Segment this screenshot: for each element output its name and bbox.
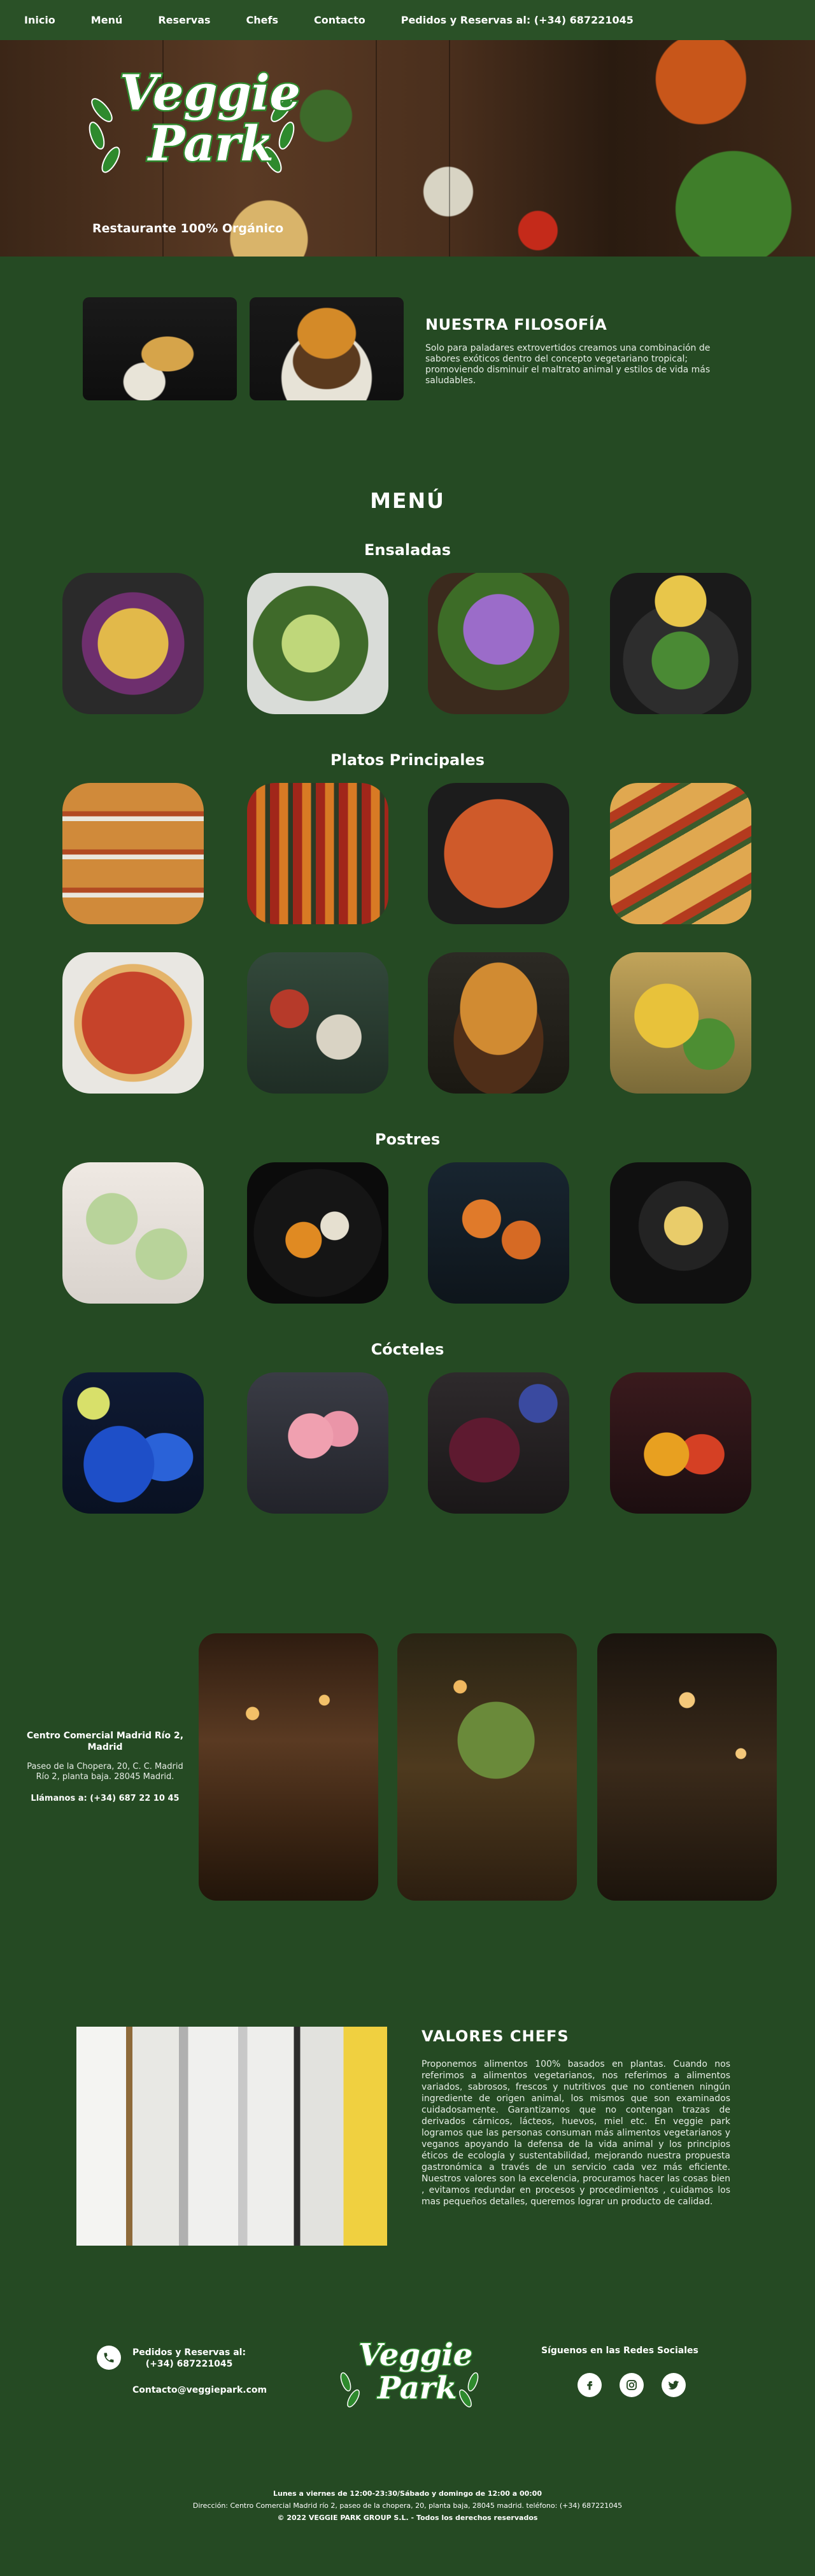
- chefs-title: VALORES CHEFS: [422, 2027, 569, 2045]
- section-title-platos-principales: Platos Principales: [330, 751, 485, 769]
- chefs-section: VALORES CHEFS Proponemos alimentos 100% …: [0, 1907, 815, 2281]
- nav-pedidos-reservas[interactable]: Pedidos y Reservas al: (+34) 687221045: [401, 14, 634, 26]
- philosophy-title: NUESTRA FILOSOFÍA: [425, 316, 607, 334]
- nav-contacto[interactable]: Contacto: [314, 14, 365, 26]
- chefs-text: Proponemos alimentos 100% basados en pla…: [422, 2059, 730, 2207]
- dessert-card-flan[interactable]: [610, 1162, 751, 1304]
- dessert-card-plated-fruit[interactable]: [247, 1162, 388, 1304]
- footer-address: Dirección: Centro Comercial Madrid río 2…: [192, 2502, 623, 2510]
- dish-card-tacos[interactable]: [610, 783, 751, 924]
- dish-card-salad-flowers[interactable]: [62, 573, 204, 714]
- menu-row-platos-2: [0, 952, 815, 1094]
- nav-inicio[interactable]: Inicio: [24, 14, 55, 26]
- veggie-park-logo: Veggie Park: [88, 59, 302, 187]
- menu-row-ensaladas: [0, 573, 815, 714]
- footer-logo: Veggie Park: [339, 2337, 479, 2414]
- social-title: Síguenos en las Redes Sociales: [541, 2346, 698, 2356]
- dish-card-guacamole[interactable]: [610, 573, 751, 714]
- dish-card-veggie-burger[interactable]: [428, 952, 569, 1094]
- cocktail-card-blue[interactable]: [62, 1372, 204, 1514]
- restaurant-photo-3: [597, 1633, 777, 1901]
- philosophy-image-burger: [250, 297, 404, 400]
- dish-card-pasta[interactable]: [428, 783, 569, 924]
- nav-reservas[interactable]: Reservas: [158, 14, 210, 26]
- dish-card-pizza[interactable]: [62, 952, 204, 1094]
- logo-text-veggie: Veggie: [118, 63, 302, 123]
- cocktail-card-berry[interactable]: [428, 1372, 569, 1514]
- section-title-cocteles: Cócteles: [371, 1341, 444, 1358]
- location-address: Paseo de la Chopera, 20, C. C. Madrid Rí…: [27, 1762, 183, 1782]
- philosophy-section: NUESTRA FILOSOFÍA Solo para paladares ex…: [0, 257, 815, 447]
- philosophy-text: Solo para paladares extrovertidos creamo…: [425, 343, 711, 386]
- logo-text-park: Park: [146, 114, 275, 174]
- section-title-postres: Postres: [374, 1130, 441, 1148]
- footer-phone-label: Pedidos y Reservas al:: [132, 2347, 246, 2358]
- dish-card-loaded-fries[interactable]: [610, 952, 751, 1094]
- dish-card-salad-avocado[interactable]: [247, 573, 388, 714]
- location-phone: Llámanos a: (+34) 687 22 10 45: [31, 1794, 180, 1803]
- site-footer: Pedidos y Reservas al: (+34) 687221045 C…: [0, 2281, 815, 2561]
- footer-phone[interactable]: (+34) 687221045: [132, 2358, 246, 2370]
- facebook-icon[interactable]: [578, 2373, 602, 2397]
- footer-copyright: © 2022 VEGGIE PARK GROUP S.L. - Todos lo…: [277, 2514, 538, 2522]
- social-links: [578, 2373, 686, 2397]
- top-nav: Inicio Menú Reservas Chefs Contacto Pedi…: [0, 0, 815, 40]
- restaurant-photo-2: [397, 1633, 577, 1901]
- cocktail-card-pink[interactable]: [247, 1372, 388, 1514]
- wood-divider: [376, 40, 377, 257]
- cocktail-card-tropical[interactable]: [610, 1372, 751, 1514]
- footer-hours: Lunes a viernes de 12:00-23:30/Sábado y …: [273, 2489, 542, 2498]
- section-title-ensaladas: Ensaladas: [364, 541, 451, 559]
- dish-card-salad-purple[interactable]: [428, 573, 569, 714]
- philosophy-image-appetizer: [83, 297, 237, 400]
- nav-chefs[interactable]: Chefs: [246, 14, 278, 26]
- menu-section: MENÚ Ensaladas Platos Principales Postre…: [0, 447, 815, 1514]
- nav-menu[interactable]: Menú: [91, 14, 123, 26]
- location-section: Centro Comercial Madrid Río 2, Madrid Pa…: [0, 1512, 815, 1907]
- twitter-icon[interactable]: [662, 2373, 686, 2397]
- menu-title: MENÚ: [370, 488, 445, 513]
- footer-logo-veggie: Veggie: [357, 2337, 473, 2374]
- restaurant-photo-1: [199, 1633, 378, 1901]
- wood-divider: [449, 40, 450, 257]
- dish-card-stuffed-bread[interactable]: [62, 783, 204, 924]
- dessert-card-sorbet[interactable]: [428, 1162, 569, 1304]
- phone-icon[interactable]: [97, 2346, 121, 2370]
- menu-row-cocteles: [0, 1372, 815, 1514]
- hero-tagline: Restaurante 100% Orgánico: [92, 222, 284, 236]
- instagram-icon[interactable]: [620, 2373, 644, 2397]
- menu-row-platos-1: [0, 783, 815, 924]
- hero-banner: Veggie Park Restaurante 100% Orgánico: [0, 40, 815, 257]
- dessert-card-pistachio-cake[interactable]: [62, 1162, 204, 1304]
- menu-row-postres: [0, 1162, 815, 1304]
- dish-card-veggie-plate[interactable]: [247, 952, 388, 1094]
- location-name: Centro Comercial Madrid Río 2, Madrid: [26, 1731, 184, 1752]
- dish-card-skewers[interactable]: [247, 783, 388, 924]
- chefs-team-photo: [76, 2027, 387, 2246]
- footer-email[interactable]: Contacto@veggiepark.com: [132, 2385, 267, 2395]
- footer-logo-park: Park: [376, 2370, 457, 2407]
